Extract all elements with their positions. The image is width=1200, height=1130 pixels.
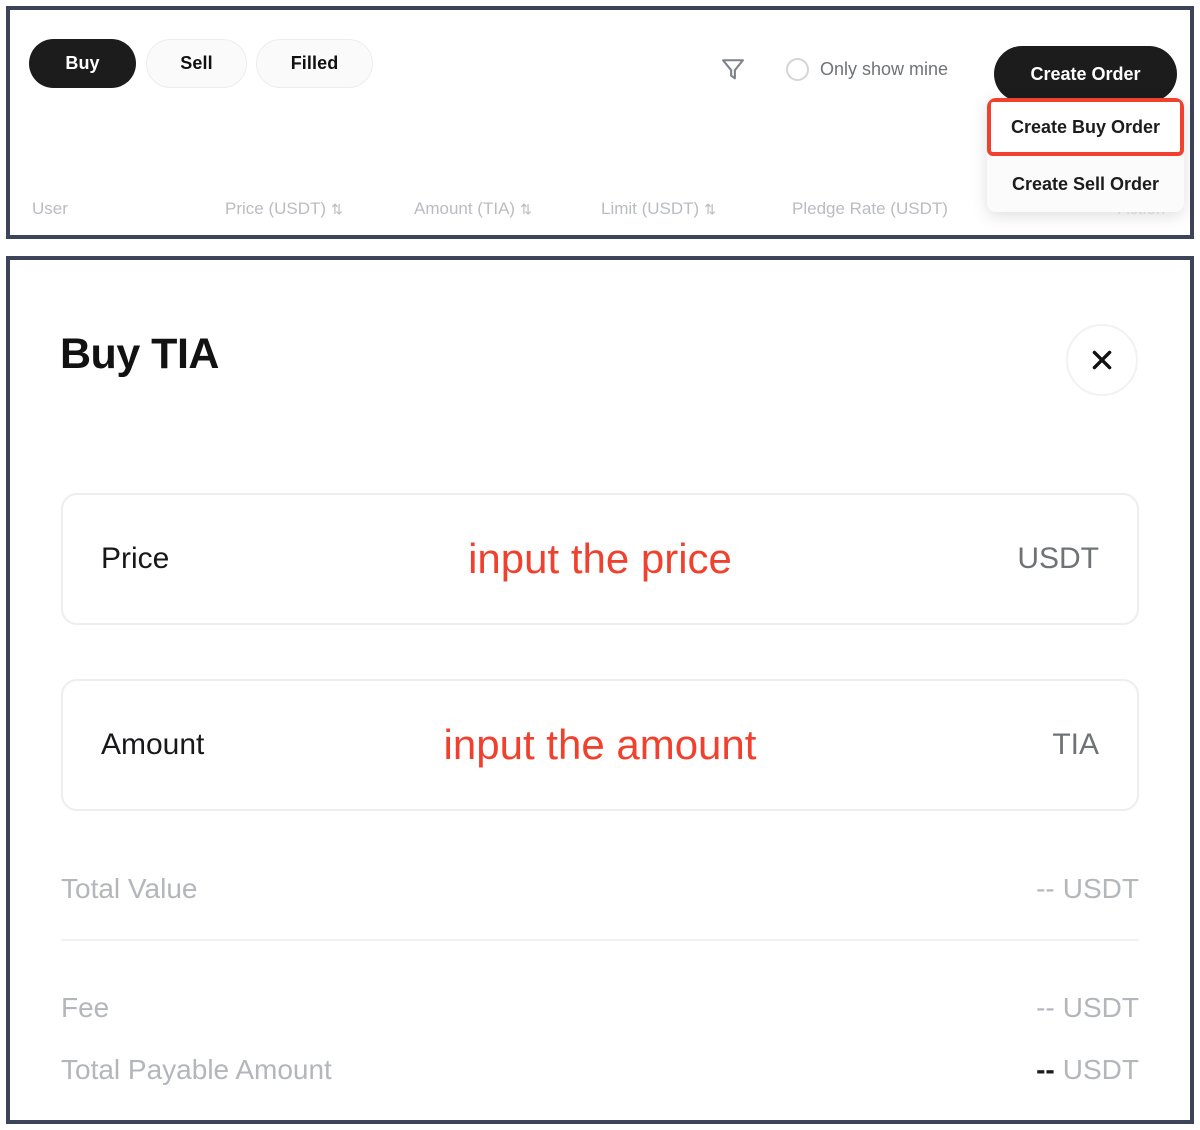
- total-payable-amount-value: -- USDT: [1036, 1054, 1139, 1086]
- tab-sell-label: Sell: [180, 53, 213, 73]
- fee-amount: --: [1036, 992, 1055, 1023]
- menu-item-create-sell-order[interactable]: Create Sell Order: [987, 156, 1184, 212]
- column-header-pledge-rate-label: Pledge Rate (USDT): [792, 199, 948, 218]
- fee-label: Fee: [61, 992, 110, 1023]
- amount-label: Amount: [101, 728, 205, 761]
- sort-icon-price[interactable]: ⇅: [331, 202, 343, 216]
- column-header-price-label: Price (USDT): [225, 199, 327, 218]
- price-unit-label: USDT: [1017, 542, 1099, 575]
- tab-buy-label: Buy: [65, 53, 100, 73]
- tab-buy[interactable]: Buy: [29, 39, 136, 88]
- buy-order-modal: Buy TIA Price input the price USDT Amoun…: [6, 256, 1194, 1124]
- price-label: Price: [101, 542, 170, 575]
- only-show-mine-label: Only show mine: [820, 59, 949, 79]
- menu-item-create-buy-order[interactable]: Create Buy Order: [987, 98, 1184, 156]
- total-value-value: -- USDT: [1036, 873, 1139, 905]
- fee-unit: USDT: [1062, 992, 1139, 1023]
- only-show-mine-toggle[interactable]: Only show mine: [786, 58, 948, 81]
- column-header-pledge-rate: Pledge Rate (USDT): [792, 199, 948, 219]
- tab-filled-label: Filled: [290, 53, 339, 73]
- column-header-user-label: User: [32, 199, 68, 218]
- fee-value: -- USDT: [1036, 992, 1139, 1024]
- create-order-button[interactable]: Create Order: [994, 46, 1177, 102]
- total-payable-amount-row: Total Payable Amount -- USDT: [61, 1054, 1139, 1086]
- amount-input-row[interactable]: Amount input the amount TIA: [61, 679, 1139, 811]
- order-list-panel: Buy Sell Filled Only show mine Create Or…: [6, 6, 1194, 239]
- column-header-amount-label: Amount (TIA): [414, 199, 516, 218]
- column-header-user: User: [32, 199, 68, 219]
- tab-sell[interactable]: Sell: [146, 39, 247, 88]
- column-header-price[interactable]: Price (USDT) ⇅: [225, 199, 343, 219]
- total-value-label: Total Value: [61, 873, 198, 904]
- tab-filled[interactable]: Filled: [256, 39, 373, 88]
- modal-title: Buy TIA: [60, 330, 219, 378]
- price-input-row[interactable]: Price input the price USDT: [61, 493, 1139, 625]
- radio-unchecked-icon: [786, 58, 809, 81]
- summary-divider: [61, 939, 1139, 941]
- column-header-limit[interactable]: Limit (USDT) ⇅: [601, 199, 716, 219]
- create-order-dropdown: Create Buy Order Create Sell Order: [987, 98, 1184, 212]
- filter-funnel-icon[interactable]: [719, 55, 747, 83]
- total-value-amount: --: [1036, 873, 1055, 904]
- close-x-icon: [1092, 350, 1112, 370]
- sort-icon-limit[interactable]: ⇅: [704, 202, 716, 216]
- order-toolbar: Buy Sell Filled Only show mine Create Or…: [10, 10, 1190, 212]
- total-value-row: Total Value -- USDT: [61, 873, 1139, 905]
- sort-icon-amount[interactable]: ⇅: [520, 202, 532, 216]
- amount-input-placeholder: input the amount: [443, 721, 757, 768]
- total-payable-amount-number: --: [1036, 1054, 1055, 1085]
- total-payable-amount-label: Total Payable Amount: [61, 1054, 332, 1085]
- amount-unit-label: TIA: [1052, 728, 1099, 761]
- fee-row: Fee -- USDT: [61, 992, 1139, 1024]
- total-value-unit: USDT: [1062, 873, 1139, 904]
- price-input-placeholder: input the price: [468, 535, 732, 582]
- column-header-amount[interactable]: Amount (TIA) ⇅: [414, 199, 532, 219]
- total-payable-amount-unit: USDT: [1062, 1054, 1139, 1085]
- column-header-limit-label: Limit (USDT): [601, 199, 700, 218]
- create-order-button-label: Create Order: [1030, 63, 1141, 84]
- menu-item-create-buy-order-label: Create Buy Order: [1010, 116, 1161, 137]
- menu-item-create-sell-order-label: Create Sell Order: [1011, 173, 1160, 194]
- close-button[interactable]: [1066, 324, 1138, 396]
